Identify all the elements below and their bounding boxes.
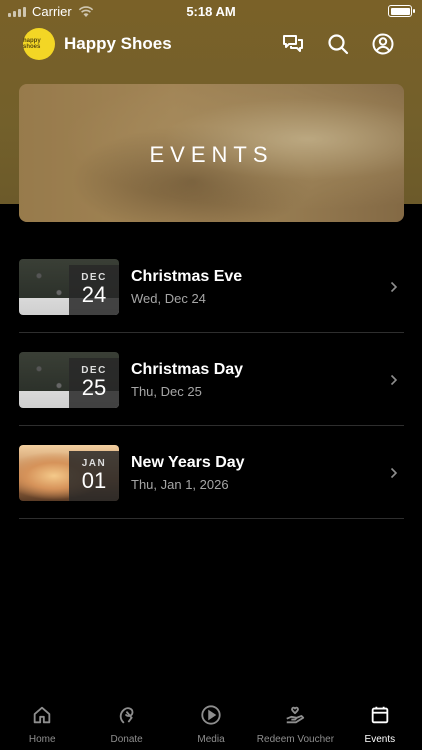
search-icon[interactable] xyxy=(326,32,350,56)
donate-icon xyxy=(119,707,134,724)
event-thumbnail: DEC 24 xyxy=(19,259,119,315)
event-title: Christmas Day xyxy=(131,361,244,378)
tab-label: Events xyxy=(364,734,396,745)
event-title: Christmas Eve xyxy=(131,268,243,285)
tab-label: Home xyxy=(28,734,56,745)
date-badge: DEC 24 xyxy=(69,265,119,315)
date-badge: JAN 01 xyxy=(69,451,119,501)
tab-events[interactable]: Events xyxy=(338,698,422,750)
home-icon xyxy=(33,706,51,724)
tab-label: Media xyxy=(197,734,225,745)
events-banner: EVENTS xyxy=(19,84,404,222)
battery-icon xyxy=(388,5,415,17)
chevron-right-icon xyxy=(390,467,398,479)
logo-text: happy shoes xyxy=(23,38,41,50)
app-logo[interactable]: happy shoes xyxy=(23,28,55,60)
account-icon[interactable] xyxy=(371,32,395,56)
event-date: Wed, Dec 24 xyxy=(131,291,206,306)
event-thumbnail: JAN 01 xyxy=(19,445,119,501)
tab-media[interactable]: Media xyxy=(169,698,253,750)
clock: 5:18 AM xyxy=(186,4,236,19)
tab-bar: Home Donate Media Redeem Voucher Events xyxy=(0,698,422,750)
banner-title: EVENTS xyxy=(149,142,274,167)
event-row[interactable]: DEC 24 Christmas Eve Wed, Dec 24 xyxy=(19,240,404,333)
tab-redeem-voucher[interactable]: Redeem Voucher xyxy=(253,698,337,750)
event-day: 25 xyxy=(81,375,107,400)
event-list: DEC 24 Christmas Eve Wed, Dec 24 DEC 25 … xyxy=(19,240,404,519)
tab-label: Donate xyxy=(110,734,143,745)
status-bar: Carrier 5:18 AM xyxy=(0,0,422,22)
event-day: 01 xyxy=(81,468,107,493)
event-row[interactable]: DEC 25 Christmas Day Thu, Dec 25 xyxy=(19,333,404,426)
play-icon xyxy=(201,705,221,725)
event-day: 24 xyxy=(81,282,107,307)
app-header: happy shoes Happy Shoes xyxy=(0,26,422,62)
tab-donate[interactable]: Donate xyxy=(84,698,168,750)
event-date: Thu, Jan 1, 2026 xyxy=(131,477,229,492)
event-title: New Years Day xyxy=(131,454,245,471)
app-title: Happy Shoes xyxy=(64,34,172,53)
chevron-right-icon xyxy=(390,281,398,293)
chat-icon[interactable] xyxy=(281,32,305,56)
date-badge: DEC 25 xyxy=(69,358,119,408)
event-date: Thu, Dec 25 xyxy=(131,384,202,399)
calendar-icon xyxy=(371,706,389,724)
tab-home[interactable]: Home xyxy=(0,698,84,750)
tab-label: Redeem Voucher xyxy=(256,734,335,745)
event-thumbnail: DEC 25 xyxy=(19,352,119,408)
hand-heart-icon xyxy=(286,706,305,724)
chevron-right-icon xyxy=(390,374,398,386)
event-row[interactable]: JAN 01 New Years Day Thu, Jan 1, 2026 xyxy=(19,426,404,519)
